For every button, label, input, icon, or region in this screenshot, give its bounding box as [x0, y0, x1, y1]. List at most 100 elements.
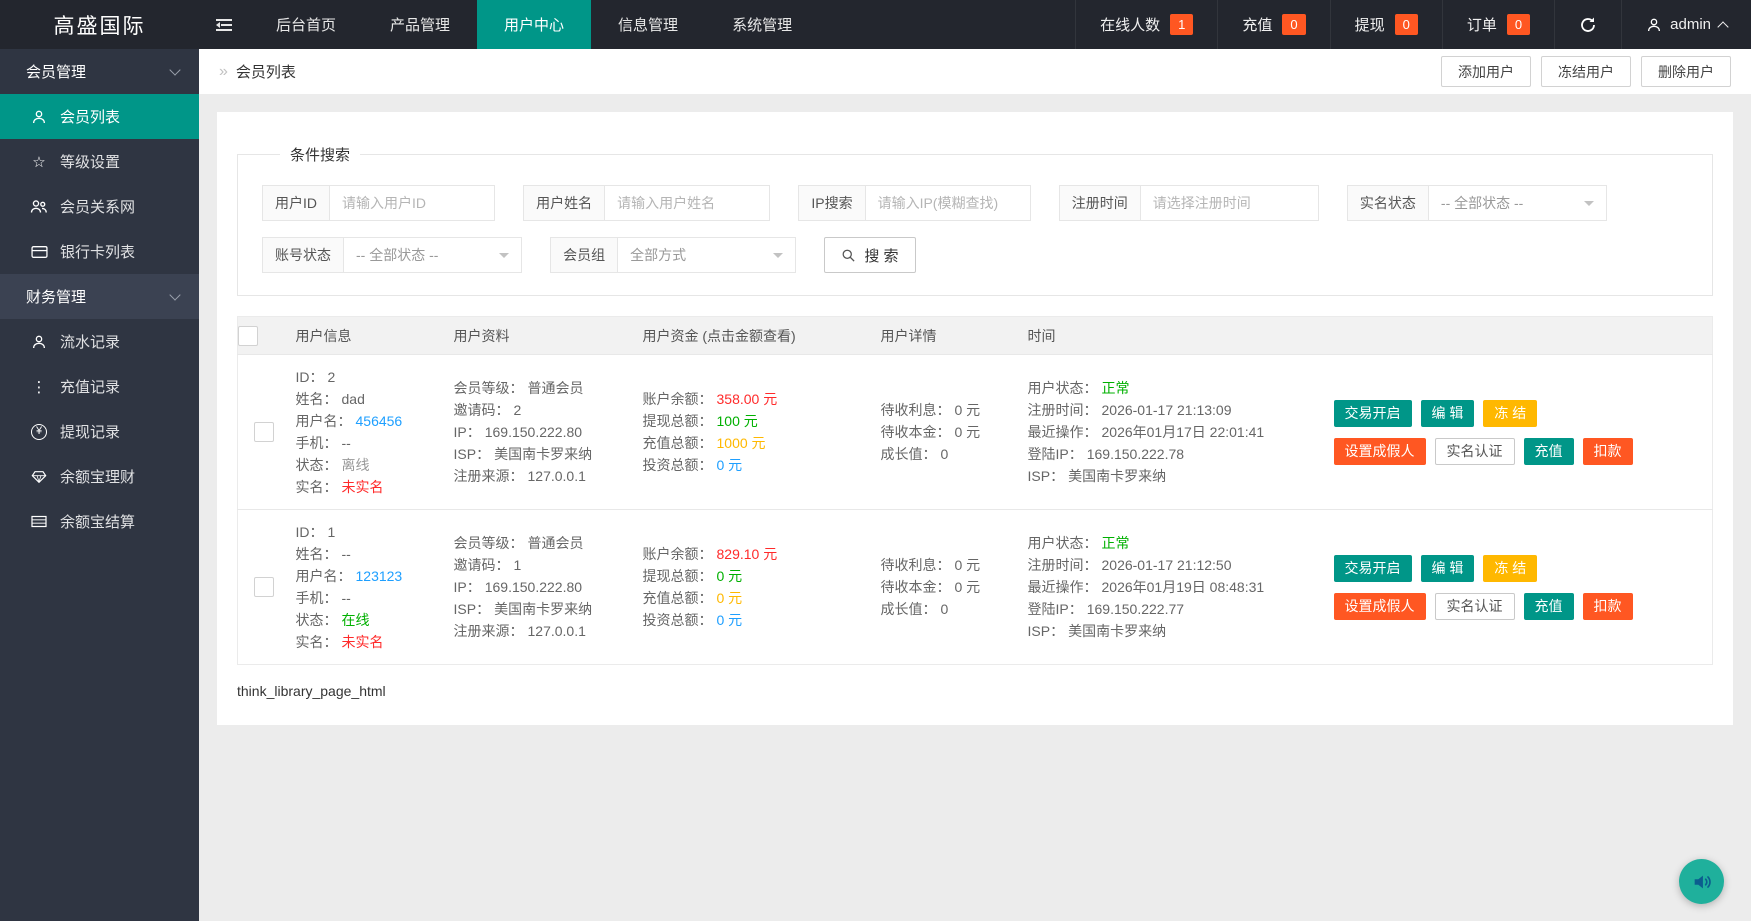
reg-time-label: 注册时间 [1059, 185, 1141, 221]
search-button[interactable]: 搜 索 [824, 237, 915, 273]
refresh-button[interactable] [1554, 0, 1621, 49]
sidebar-item-label: 等级设置 [60, 151, 120, 172]
user-status-badge: 正常 [1102, 380, 1130, 396]
chevron-down-icon [169, 64, 180, 75]
reg-source-value: 127.0.0.1 [528, 623, 586, 639]
yen-circle-icon: ¥ [28, 424, 50, 440]
row-checkbox[interactable] [254, 422, 274, 442]
member-group-value: 全部方式 [630, 245, 686, 265]
ip-search-input[interactable] [866, 185, 1031, 221]
sidebar-item-label: 余额宝理财 [60, 466, 135, 487]
user-id-input[interactable] [330, 185, 495, 221]
freeze-user-button[interactable]: 冻结用户 [1541, 56, 1631, 87]
withdraw-total-amount[interactable]: 0 元 [717, 568, 743, 584]
sidebar-item-bank-cards[interactable]: 银行卡列表 [0, 229, 199, 274]
audio-assistant-button[interactable] [1679, 859, 1724, 904]
username-link[interactable]: 123123 [356, 568, 403, 584]
search-panel: 条件搜索 用户ID 用户姓名 IP搜索 注册时间 实名状态 -- 全部状态 -- [237, 144, 1713, 296]
sidebar-item-label: 余额宝结算 [60, 511, 135, 532]
sidebar-item-yuebao-settlement[interactable]: 余额宝结算 [0, 499, 199, 544]
login-ip-value: 169.150.222.77 [1087, 601, 1184, 617]
user-funds-cell: 账户余额：358.00 元 提现总额：100 元 充值总额：1000 元 投资总… [643, 355, 881, 510]
stat-withdraw[interactable]: 提现 0 [1330, 0, 1442, 49]
user-name-input[interactable] [605, 185, 770, 221]
user-menu[interactable]: admin [1621, 0, 1751, 49]
sidebar-item-recharge-records[interactable]: ⋮ 充值记录 [0, 364, 199, 409]
sidebar-item-yuebao-invest[interactable]: 余额宝理财 [0, 454, 199, 499]
col-header-user-profile: 用户资料 [454, 317, 643, 355]
set-fake-user-button[interactable]: 设置成假人 [1334, 593, 1426, 620]
withdraw-total-amount[interactable]: 100 元 [717, 413, 758, 429]
hamburger-menu-icon [215, 17, 233, 33]
isp-value: 美国南卡罗来纳 [494, 601, 592, 617]
sidebar-item-flow-records[interactable]: 流水记录 [0, 319, 199, 364]
member-group-field-group: 会员组 全部方式 [550, 237, 796, 273]
freeze-button[interactable]: 冻 结 [1483, 555, 1537, 582]
nav-item-dashboard[interactable]: 后台首页 [249, 0, 363, 49]
nav-item-user-center[interactable]: 用户中心 [477, 0, 591, 49]
delete-user-button[interactable]: 删除用户 [1641, 56, 1731, 87]
ip-search-field-group: IP搜索 [798, 185, 1030, 221]
recharge-button[interactable]: 充值 [1524, 438, 1574, 465]
account-status-value: -- 全部状态 -- [356, 245, 438, 265]
realname-verify-button[interactable]: 实名认证 [1435, 438, 1515, 465]
content-card: 条件搜索 用户ID 用户姓名 IP搜索 注册时间 实名状态 -- 全部状态 -- [217, 112, 1733, 725]
username-link[interactable]: 456456 [356, 413, 403, 429]
stat-label: 在线人数 [1100, 14, 1160, 35]
reg-time-input[interactable] [1141, 185, 1319, 221]
balance-amount[interactable]: 829.10 元 [717, 546, 778, 562]
invest-total-amount[interactable]: 0 元 [717, 457, 743, 473]
stat-online-users[interactable]: 在线人数 1 [1075, 0, 1217, 49]
trade-toggle-button[interactable]: 交易开启 [1334, 400, 1412, 427]
sidebar-group-finance-management[interactable]: 财务管理 [0, 274, 199, 319]
recharge-button[interactable]: 充值 [1524, 593, 1574, 620]
menu-toggle-button[interactable] [199, 0, 249, 49]
topbar: 高盛国际 后台首页 产品管理 用户中心 信息管理 系统管理 在线人数 1 充值 … [0, 0, 1751, 49]
stat-badge: 0 [1395, 14, 1418, 35]
add-user-button[interactable]: 添加用户 [1441, 56, 1531, 87]
user-profile-cell: 会员等级：普通会员 邀请码：1 IP：169.150.222.80 ISP：美国… [454, 510, 643, 665]
select-all-checkbox[interactable] [238, 326, 258, 346]
sidebar-item-label: 充值记录 [60, 376, 120, 397]
col-header-user-details: 用户详情 [881, 317, 1028, 355]
reg-source-value: 127.0.0.1 [528, 468, 586, 484]
nav-item-info[interactable]: 信息管理 [591, 0, 705, 49]
set-fake-user-button[interactable]: 设置成假人 [1334, 438, 1426, 465]
deduct-button[interactable]: 扣款 [1583, 438, 1633, 465]
nav-item-products[interactable]: 产品管理 [363, 0, 477, 49]
sidebar-item-member-network[interactable]: 会员关系网 [0, 184, 199, 229]
sidebar-item-label: 提现记录 [60, 421, 120, 442]
nav-item-system[interactable]: 系统管理 [705, 0, 819, 49]
edit-button[interactable]: 编 辑 [1421, 555, 1475, 582]
user-details-cell: 待收利息：0 元 待收本金：0 元 成长值：0 [881, 510, 1028, 665]
member-group-select[interactable]: 全部方式 [618, 237, 796, 273]
account-status-select[interactable]: -- 全部状态 -- [344, 237, 522, 273]
deduct-button[interactable]: 扣款 [1583, 593, 1633, 620]
recharge-total-amount[interactable]: 1000 元 [717, 435, 766, 451]
sidebar-item-withdraw-records[interactable]: ¥ 提现记录 [0, 409, 199, 454]
realname-verify-button[interactable]: 实名认证 [1435, 593, 1515, 620]
sidebar-item-member-list[interactable]: 会员列表 [0, 94, 199, 139]
user-id-field-group: 用户ID [262, 185, 495, 221]
name-value: -- [342, 546, 351, 562]
stat-orders[interactable]: 订单 0 [1442, 0, 1554, 49]
isp-value: 美国南卡罗来纳 [494, 446, 592, 462]
freeze-button[interactable]: 冻 结 [1483, 400, 1537, 427]
trade-toggle-button[interactable]: 交易开启 [1334, 555, 1412, 582]
breadcrumb: 会员列表 [236, 61, 296, 82]
sidebar-item-level-settings[interactable]: ☆ 等级设置 [0, 139, 199, 184]
stat-recharge[interactable]: 充值 0 [1217, 0, 1329, 49]
last-op-value: 2026年01月19日 08:48:31 [1102, 579, 1265, 595]
stat-label: 充值 [1242, 14, 1272, 35]
balance-amount[interactable]: 358.00 元 [717, 391, 778, 407]
realname-status-select[interactable]: -- 全部状态 -- [1429, 185, 1607, 221]
template-footer-note: think_library_page_html [237, 683, 1713, 699]
sidebar-group-member-management[interactable]: 会员管理 [0, 49, 199, 94]
recharge-total-amount[interactable]: 0 元 [717, 590, 743, 606]
gem-icon [28, 470, 50, 484]
topbar-right: 在线人数 1 充值 0 提现 0 订单 0 admin [1075, 0, 1751, 49]
edit-button[interactable]: 编 辑 [1421, 400, 1475, 427]
row-checkbox[interactable] [254, 577, 274, 597]
invest-total-amount[interactable]: 0 元 [717, 612, 743, 628]
pending-interest-value: 0 元 [955, 402, 981, 418]
